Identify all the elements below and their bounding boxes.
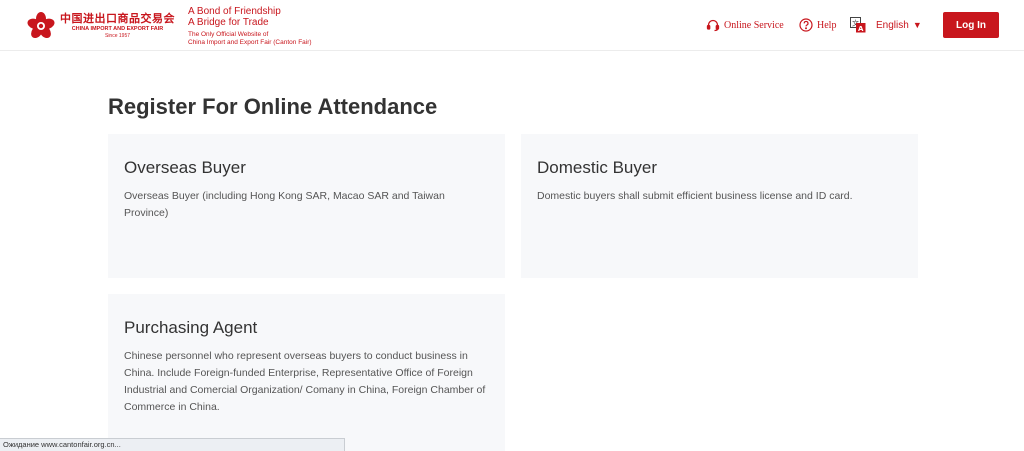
logo-text: 中国进出口商品交易会 CHINA IMPORT AND EXPORT FAIR …: [60, 13, 175, 39]
card-description: Domestic buyers shall submit efficient b…: [537, 190, 853, 202]
language-label: English: [876, 19, 909, 31]
card-description: Overseas Buyer (including Hong Kong SAR,…: [124, 190, 445, 219]
page-title: Register For Online Attendance: [108, 94, 438, 119]
translate-icon: 文 A: [850, 17, 866, 33]
logo-chinese-text: 中国进出口商品交易会: [60, 12, 175, 26]
logo-english-text: CHINA IMPORT AND EXPORT FAIR: [71, 26, 164, 33]
online-service-link[interactable]: Online Service: [706, 13, 784, 37]
card-title: Overseas Buyer: [124, 158, 246, 177]
card-title: Domestic Buyer: [537, 158, 657, 177]
help-link[interactable]: Help: [799, 13, 836, 37]
help-label: Help: [817, 19, 837, 31]
browser-status-bar: Ожидание www.cantonfair.org.cn...: [0, 438, 345, 451]
tagline-line-1: A Bond of Friendship: [188, 6, 281, 17]
login-button[interactable]: Log In: [943, 12, 999, 38]
language-selector[interactable]: 文 A English ▼: [850, 13, 922, 37]
headset-icon: [706, 18, 720, 32]
caret-down-icon: ▼: [912, 20, 922, 30]
domestic-buyer-card[interactable]: Domestic Buyer Domestic buyers shall sub…: [521, 134, 918, 278]
question-circle-icon: [799, 18, 813, 32]
overseas-buyer-card[interactable]: Overseas Buyer Overseas Buyer (including…: [108, 134, 505, 278]
canton-fair-logo[interactable]: 中国进出口商品交易会 CHINA IMPORT AND EXPORT FAIR …: [26, 9, 176, 43]
online-service-label: Online Service: [724, 19, 784, 31]
tagline-sub-line-2: China Import and Export Fair (Canton Fai…: [188, 38, 312, 46]
card-title: Purchasing Agent: [124, 318, 258, 337]
canton-fair-flower-icon: [27, 12, 55, 39]
purchasing-agent-card[interactable]: Purchasing Agent Chinese personnel who r…: [108, 294, 505, 451]
card-description: Chinese personnel who represent overseas…: [124, 350, 486, 413]
logo-since-text: Since 1957: [104, 32, 131, 39]
tagline-subtitle: The Only Official Website of China Impor…: [188, 31, 358, 46]
tagline: A Bond of Friendship A Bridge for Trade …: [188, 6, 358, 46]
svg-text:A: A: [858, 25, 864, 33]
tagline-sub-line-1: The Only Official Website of: [188, 31, 269, 38]
tagline-line-2: A Bridge for Trade: [188, 17, 269, 28]
page: 中国进出口商品交易会 CHINA IMPORT AND EXPORT FAIR …: [0, 0, 1024, 451]
header: 中国进出口商品交易会 CHINA IMPORT AND EXPORT FAIR …: [0, 0, 1024, 51]
